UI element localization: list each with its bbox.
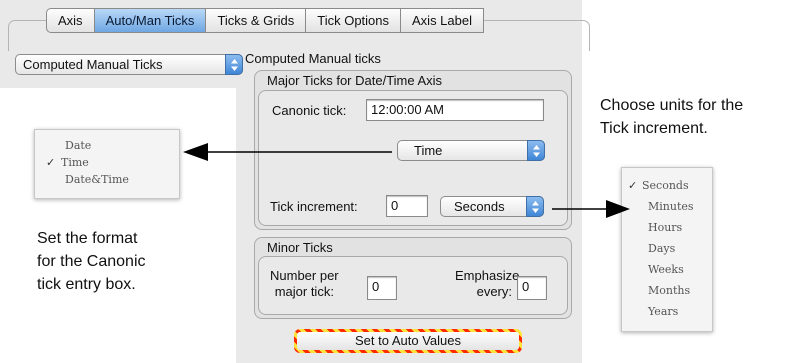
tab-ticks-grids[interactable]: Ticks & Grids xyxy=(206,8,307,33)
tab-axis-label[interactable]: Axis Label xyxy=(401,8,484,33)
tab-axis[interactable]: Axis xyxy=(46,8,95,33)
arrow-to-units-menu xyxy=(552,200,630,218)
caption-format-line2: for the Canonic xyxy=(37,253,146,270)
caption-units: Choose units for the Tick increment. xyxy=(600,94,743,140)
caption-format-line3: tick entry box. xyxy=(37,276,136,293)
tab-tick-options[interactable]: Tick Options xyxy=(306,8,402,33)
arrow-to-format-menu xyxy=(183,143,392,161)
callout-arrows xyxy=(183,143,630,218)
caption-units-line2: Tick increment. xyxy=(600,120,708,137)
caption-format: Set the format for the Canonic tick entr… xyxy=(37,227,146,296)
caption-units-line1: Choose units for the xyxy=(600,97,744,114)
tab-bar: Axis Auto/Man Ticks Ticks & Grids Tick O… xyxy=(46,8,484,33)
caption-format-line1: Set the format xyxy=(37,230,138,247)
tab-auto-man-ticks[interactable]: Auto/Man Ticks xyxy=(94,8,207,33)
